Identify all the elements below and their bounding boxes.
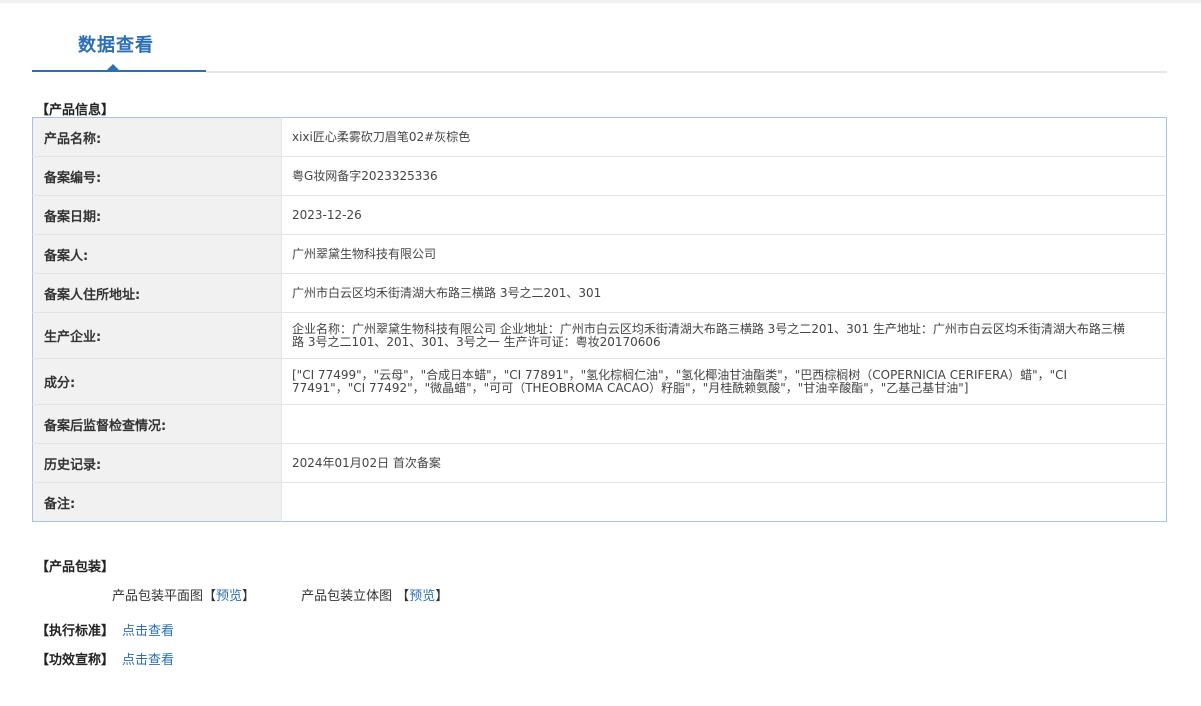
row-value-manufacturer: 企业名称：广州翠黛生物科技有限公司 企业地址：广州市白云区均禾街清湖大布路三横路… [281, 312, 1167, 359]
packaging-solid-label: 产品包装立体图 [301, 589, 393, 604]
tab-divider [206, 71, 1167, 73]
row-value-supervision [281, 404, 1167, 444]
table-row: 成分: ["CI 77499"，"云母"，"合成日本蜡"，"CI 77891"，… [32, 358, 1167, 405]
row-label-record-number: 备案编号: [32, 156, 282, 196]
bracket-open: 【 [203, 589, 217, 604]
packaging-flat-label: 产品包装平面图 [112, 589, 204, 604]
row-label-record-date: 备案日期: [32, 195, 282, 235]
packaging-links: 产品包装平面图【预览】 产品包装立体图 【预览】 [112, 585, 448, 604]
packaging-solid-preview-link[interactable]: 预览 [409, 589, 435, 604]
row-value-ingredients: ["CI 77499"，"云母"，"合成日本蜡"，"CI 77891"，"氢化棕… [281, 358, 1167, 405]
section-efficacy-row: 【功效宣称】 点击查看 [36, 649, 174, 668]
table-row: 备案后监督检查情况: [32, 404, 1167, 444]
row-label-supervision: 备案后监督检查情况: [32, 404, 282, 444]
section-product-info: 【产品信息】 [36, 103, 115, 118]
packaging-flat-preview-link[interactable]: 预览 [216, 589, 242, 604]
top-border [0, 0, 1201, 3]
tab-header: 数据查看 [32, 28, 1167, 74]
bracket-open: 【 [396, 589, 410, 604]
table-row: 历史记录: 2024年01月02日 首次备案 [32, 443, 1167, 483]
row-label-remarks: 备注: [32, 482, 282, 522]
tab-active-arrow-icon [107, 64, 119, 70]
row-label-manufacturer: 生产企业: [32, 312, 282, 359]
tab-active-underline [32, 70, 206, 72]
row-value-record-date: 2023-12-26 [281, 195, 1167, 235]
section-efficacy: 【功效宣称】 [36, 653, 115, 668]
row-value-history: 2024年01月02日 首次备案 [281, 443, 1167, 483]
table-row: 产品名称: xixi匠心柔雾砍刀眉笔02#灰棕色 [32, 117, 1167, 157]
section-standard-row: 【执行标准】 点击查看 [36, 620, 174, 639]
bracket-close: 】 [242, 589, 256, 604]
table-row: 备案日期: 2023-12-26 [32, 195, 1167, 235]
row-value-product-name: xixi匠心柔雾砍刀眉笔02#灰棕色 [281, 117, 1167, 157]
row-value-record-number: 粤G妆网备字2023325336 [281, 156, 1167, 196]
tab-data-view[interactable]: 数据查看 [78, 31, 154, 57]
table-row: 备注: [32, 482, 1167, 522]
standard-view-link[interactable]: 点击查看 [122, 624, 174, 639]
product-info-table: 产品名称: xixi匠心柔雾砍刀眉笔02#灰棕色 备案编号: 粤G妆网备字202… [32, 117, 1167, 522]
bracket-close: 】 [435, 589, 449, 604]
efficacy-view-link[interactable]: 点击查看 [122, 653, 174, 668]
row-label-registrant: 备案人: [32, 234, 282, 274]
section-packaging: 【产品包装】 [36, 560, 115, 575]
row-label-ingredients: 成分: [32, 358, 282, 405]
table-row: 生产企业: 企业名称：广州翠黛生物科技有限公司 企业地址：广州市白云区均禾街清湖… [32, 312, 1167, 359]
row-label-history: 历史记录: [32, 443, 282, 483]
row-value-registrant: 广州翠黛生物科技有限公司 [281, 234, 1167, 274]
table-row: 备案人住所地址: 广州市白云区均禾街清湖大布路三横路 3号之二201、301 [32, 273, 1167, 313]
section-standard: 【执行标准】 [36, 624, 115, 639]
table-row: 备案人: 广州翠黛生物科技有限公司 [32, 234, 1167, 274]
table-row: 备案编号: 粤G妆网备字2023325336 [32, 156, 1167, 196]
row-label-registrant-address: 备案人住所地址: [32, 273, 282, 313]
row-value-remarks [282, 483, 1167, 522]
row-label-product-name: 产品名称: [32, 117, 282, 157]
row-value-registrant-address: 广州市白云区均禾街清湖大布路三横路 3号之二201、301 [281, 273, 1167, 313]
